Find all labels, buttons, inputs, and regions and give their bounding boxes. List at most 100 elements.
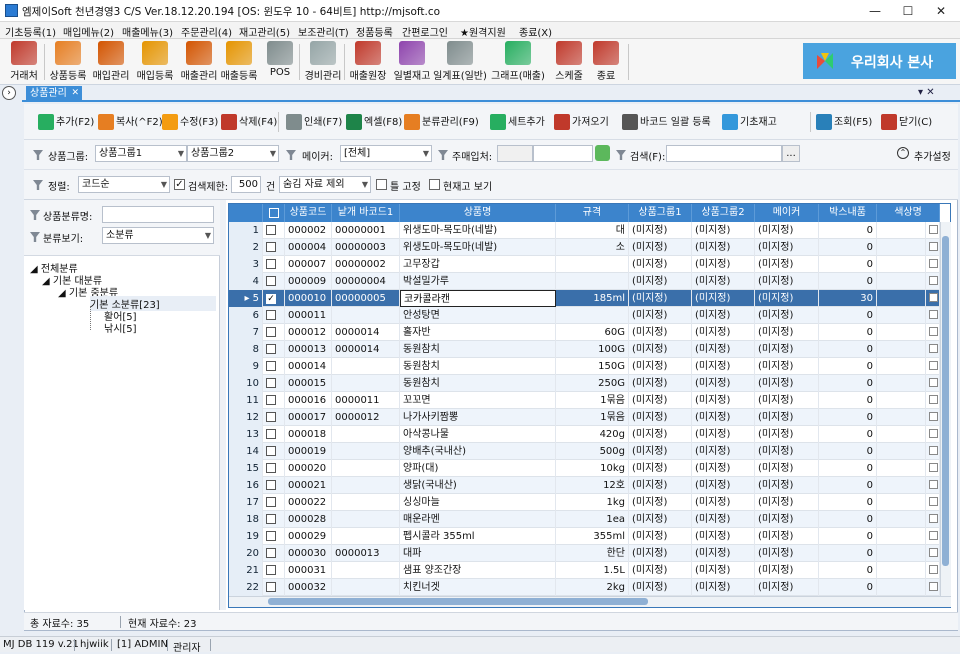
menu-item-0[interactable]: 기초등록(1) xyxy=(5,24,56,39)
minimize-button[interactable]: — xyxy=(860,2,890,20)
close-window-button[interactable]: ✕ xyxy=(926,2,956,20)
action-button-8[interactable]: 가져오기 xyxy=(554,114,609,132)
action-button-11[interactable]: 조회(F5) xyxy=(816,114,872,132)
row-end-checkbox[interactable] xyxy=(926,511,940,528)
row-end-checkbox[interactable] xyxy=(926,290,940,307)
action-button-3[interactable]: 삭제(F4) xyxy=(221,114,277,132)
row-checkbox[interactable] xyxy=(263,392,285,409)
row-end-checkbox[interactable] xyxy=(926,375,940,392)
column-header-6[interactable]: 상품그룹2 xyxy=(692,204,755,222)
row-end-checkbox[interactable] xyxy=(926,273,940,290)
action-button-4[interactable]: 인쇄(F7) xyxy=(286,114,342,132)
group2-select[interactable]: 상품그룹2 ▼ xyxy=(187,145,279,162)
buyer-code-input[interactable] xyxy=(497,145,533,162)
table-row[interactable]: 16 000021 생닭(국내산) 12호 (미지정) (미지정) (미지정) 0 xyxy=(229,477,940,494)
column-header-7[interactable]: 메이커 xyxy=(755,204,819,222)
table-row[interactable]: 4 000009 00000004 박설밀가루 (미지정) (미지정) (미지정) 0 xyxy=(229,273,940,290)
row-checkbox[interactable] xyxy=(263,409,285,426)
row-checkbox[interactable] xyxy=(263,307,285,324)
row-checkbox[interactable] xyxy=(263,443,285,460)
row-checkbox[interactable] xyxy=(263,358,285,375)
table-row[interactable]: 2 000004 00000003 위생도마-목도마(네발) 소 (미지정) (미지정) (미… xyxy=(229,239,940,256)
action-button-6[interactable]: 분류관리(F9) xyxy=(404,114,479,132)
table-row[interactable]: 17 000022 싱싱마늘 1kg (미지정) (미지정) (미지정) 0 xyxy=(229,494,940,511)
column-header-9[interactable]: 색상명 xyxy=(877,204,940,222)
table-row[interactable]: 7 000012 0000014 홀자반 60G (미지정) (미지정) (미지정) 0 xyxy=(229,324,940,341)
collapse-icon[interactable]: ◢ xyxy=(42,276,53,287)
column-header-4[interactable]: 규격 xyxy=(556,204,629,222)
row-checkbox[interactable]: ✓ xyxy=(263,290,285,307)
collapse-icon[interactable]: ◢ xyxy=(58,288,69,299)
toolbar-button-9[interactable]: 일별재고 xyxy=(392,41,432,83)
row-end-checkbox[interactable] xyxy=(926,341,940,358)
toolbar-button-13[interactable]: 종료 xyxy=(592,41,620,83)
menu-item-2[interactable]: 매출메뉴(3) xyxy=(122,24,173,39)
toolbar-button-5[interactable]: 매출등록 xyxy=(219,41,259,83)
action-button-9[interactable]: 바코드 일괄 등록 xyxy=(622,114,711,132)
chevron-up-icon[interactable]: ⌃ xyxy=(897,147,909,159)
table-row[interactable]: 13 000018 아삭콩나물 420g (미지정) (미지정) (미지정) 0 xyxy=(229,426,940,443)
table-row[interactable]: 11 000016 0000011 꼬꼬면 1묶음 (미지정) (미지정) (미지정) 0 xyxy=(229,392,940,409)
stock-checkbox[interactable] xyxy=(429,179,440,190)
row-end-checkbox[interactable] xyxy=(926,324,940,341)
row-end-checkbox[interactable] xyxy=(926,562,940,579)
row-end-checkbox[interactable] xyxy=(926,392,940,409)
toolbar-button-12[interactable]: 스케줄 xyxy=(550,41,588,83)
table-row[interactable]: 3 000007 00000002 고무장갑 (미지정) (미지정) (미지정) 0 xyxy=(229,256,940,273)
toolbar-button-7[interactable]: 경비관리 xyxy=(303,41,343,83)
table-row[interactable]: 12 000017 0000012 나가사키짬뽕 1묶음 (미지정) (미지정) (미지정) 0 xyxy=(229,409,940,426)
row-checkbox[interactable] xyxy=(263,545,285,562)
row-end-checkbox[interactable] xyxy=(926,426,940,443)
column-header-5[interactable]: 상품그룹1 xyxy=(629,204,692,222)
row-checkbox[interactable] xyxy=(263,511,285,528)
row-checkbox[interactable] xyxy=(263,273,285,290)
action-button-10[interactable]: 기초재고 xyxy=(722,114,777,132)
search-more-button[interactable]: ... xyxy=(782,145,800,162)
toolbar-button-3[interactable]: 매입등록 xyxy=(135,41,175,83)
table-row[interactable]: 14 000019 양배추(국내산) 500g (미지정) (미지정) (미지정) 0 xyxy=(229,443,940,460)
limit-checkbox[interactable]: ✓ xyxy=(174,179,185,190)
collapse-icon[interactable]: ◢ xyxy=(30,264,41,275)
action-button-12[interactable]: 닫기(C) xyxy=(881,114,932,132)
table-row[interactable]: 9 000014 동원참치 150G (미지정) (미지정) (미지정) 0 xyxy=(229,358,940,375)
row-checkbox[interactable] xyxy=(263,426,285,443)
row-checkbox[interactable] xyxy=(263,477,285,494)
row-end-checkbox[interactable] xyxy=(926,307,940,324)
menu-item-6[interactable]: 정품등록 xyxy=(356,24,393,39)
toolbar-button-0[interactable]: 거래처 xyxy=(4,41,44,83)
vertical-scroll-thumb[interactable] xyxy=(942,236,949,566)
table-row[interactable]: 10 000015 동원참치 250G (미지정) (미지정) (미지정) 0 xyxy=(229,375,940,392)
table-row[interactable]: 8 000013 0000014 동원참치 100G (미지정) (미지정) (미지정) 0 xyxy=(229,341,940,358)
table-row[interactable]: 18 000028 매운라멘 1ea (미지정) (미지정) (미지정) 0 xyxy=(229,511,940,528)
freeze-checkbox[interactable] xyxy=(376,179,387,190)
row-checkbox[interactable] xyxy=(263,239,285,256)
row-end-checkbox[interactable] xyxy=(926,579,940,596)
table-row[interactable]: 22 000032 치킨너겟 2kg (미지정) (미지정) (미지정) 0 xyxy=(229,579,940,596)
more-settings-button[interactable]: 추가설정 xyxy=(914,148,951,163)
table-row[interactable]: 19 000029 펩시콜라 355ml 355ml (미지정) (미지정) (미지정) 0 xyxy=(229,528,940,545)
row-checkbox[interactable] xyxy=(263,324,285,341)
cell-name[interactable]: 코카콜라캔 xyxy=(400,290,556,307)
row-end-checkbox[interactable] xyxy=(926,358,940,375)
table-row[interactable]: ▸ 5 ✓ 000010 00000005 코카콜라캔 185ml (미지정) (미지정) (미… xyxy=(229,290,940,307)
row-end-checkbox[interactable] xyxy=(926,477,940,494)
toolbar-button-1[interactable]: 상품등록 xyxy=(47,41,89,83)
menu-item-7[interactable]: 간편로그인 xyxy=(402,24,448,39)
row-end-checkbox[interactable] xyxy=(926,222,940,239)
toolbar-button-2[interactable]: 매입관리 xyxy=(91,41,131,83)
table-row[interactable]: 21 000031 샘표 양조간장 1.5L (미지정) (미지정) (미지정) 0 xyxy=(229,562,940,579)
row-checkbox[interactable] xyxy=(263,494,285,511)
action-button-1[interactable]: 복사(^F2) xyxy=(98,114,163,132)
toolbar-button-11[interactable]: 그래프(매출) xyxy=(491,41,545,83)
search-input[interactable] xyxy=(666,145,782,162)
maximize-button[interactable]: ☐ xyxy=(893,2,923,20)
column-header-3[interactable]: 상품명 xyxy=(400,204,556,222)
hide-select[interactable]: 숨김 자료 제외 ▼ xyxy=(279,176,371,193)
tab-controls[interactable]: ▾ ✕ xyxy=(918,87,935,98)
buyer-lookup-icon[interactable] xyxy=(595,145,610,161)
toolbar-button-10[interactable]: 일계표(일반) xyxy=(433,41,487,83)
row-end-checkbox[interactable] xyxy=(926,545,940,562)
horizontal-scroll-thumb[interactable] xyxy=(268,598,648,605)
view-select[interactable]: 소분류 ▼ xyxy=(102,227,214,244)
row-end-checkbox[interactable] xyxy=(926,528,940,545)
